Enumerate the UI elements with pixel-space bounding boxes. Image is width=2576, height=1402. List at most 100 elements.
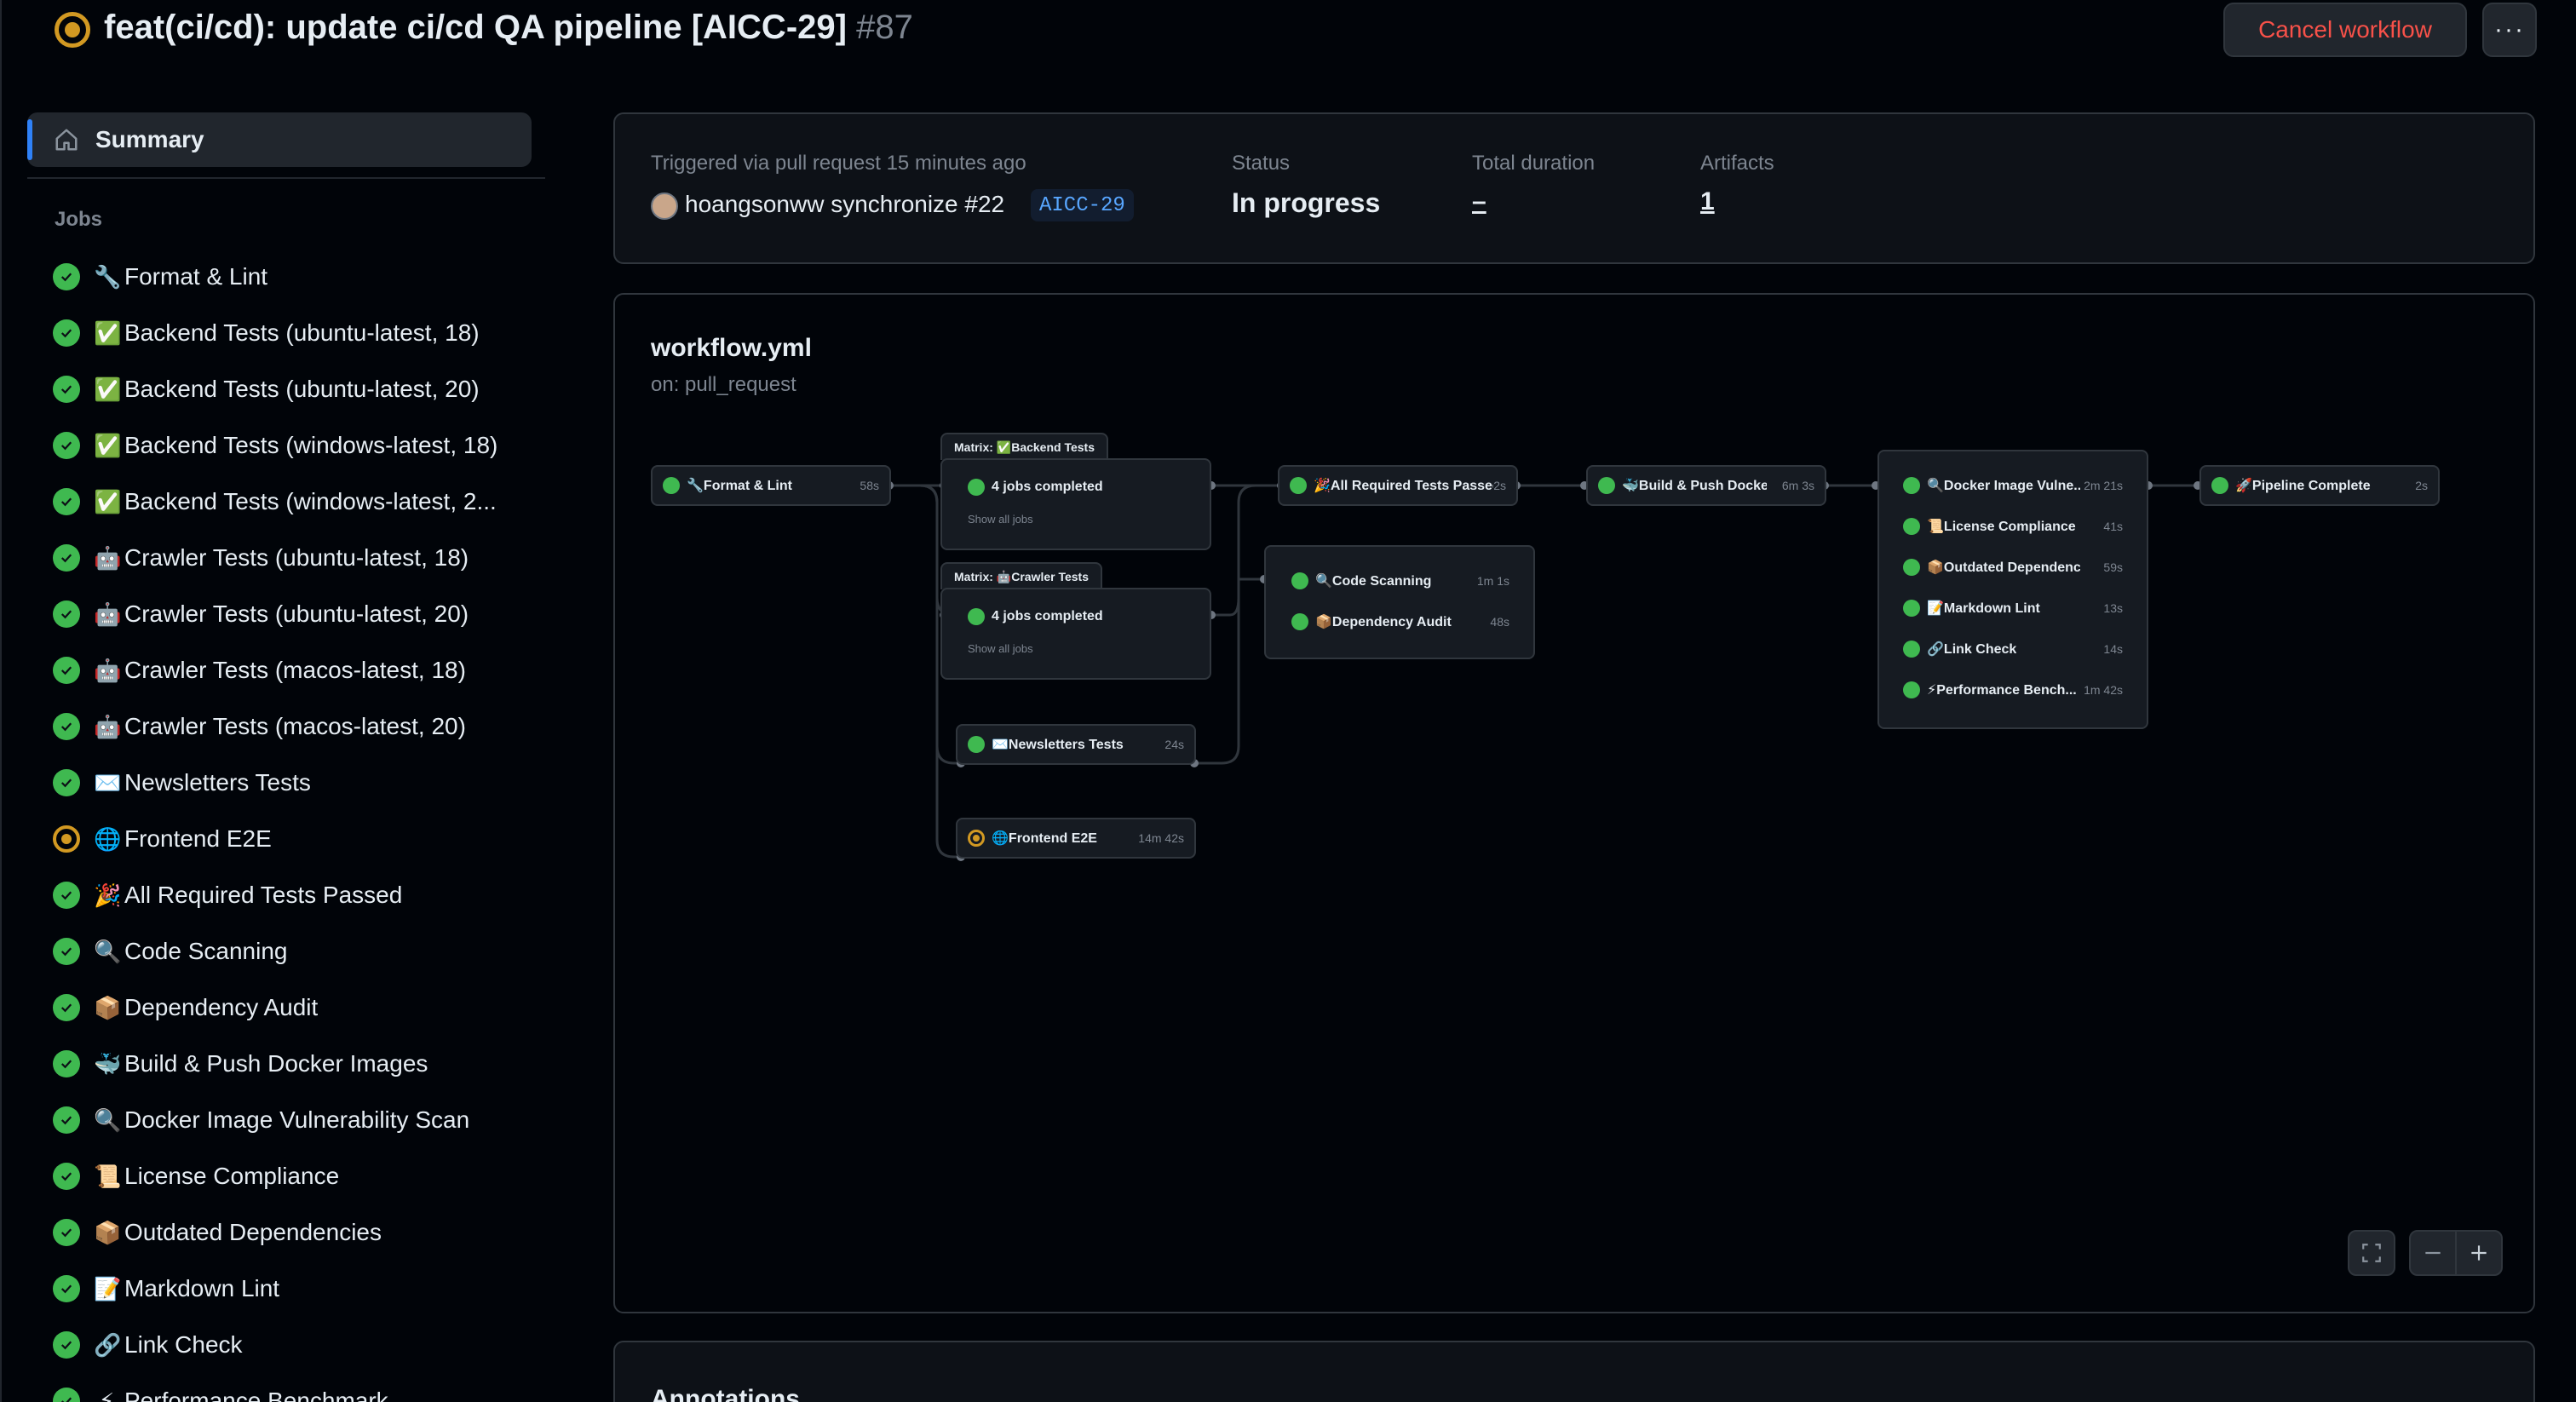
sidebar-job-item[interactable]: 📜 License Compliance [53, 1148, 547, 1204]
success-icon [53, 657, 80, 684]
node-label: ✉️Newsletters Tests [992, 738, 1124, 752]
sidebar-job-item[interactable]: 🔍 Code Scanning [53, 923, 547, 980]
node-label: 📦Dependency Audit [1315, 615, 1452, 629]
graph-node-format-lint[interactable]: 🔧Format & Lint 58s [651, 465, 891, 506]
node-label: 🔍Code Scanning [1315, 574, 1432, 589]
run-number: #87 [856, 9, 913, 46]
job-emoji-icon: 🤖 [94, 657, 122, 683]
sidebar-job-item[interactable]: ✅ Backend Tests (ubuntu-latest, 20) [53, 361, 547, 417]
graph-node-code-scanning[interactable]: 🔍Code Scanning 1m 1s [1266, 560, 1533, 601]
more-options-button[interactable]: ··· [2482, 3, 2537, 57]
graph-group-post-checks: 🔍Docker Image Vulne... 2m 21s 📜License Com… [1877, 450, 2148, 729]
node-label: 📦Outdated Dependencies [1927, 560, 2080, 575]
node-label: 📝Markdown Lint [1927, 601, 2040, 616]
node-label: 🚀Pipeline Complete [2235, 479, 2371, 493]
sidebar-job-item[interactable]: 🌐 Frontend E2E [53, 811, 547, 867]
node-duration: 14s [2103, 642, 2123, 656]
sidebar-job-item[interactable]: 🔗 Link Check [53, 1317, 547, 1373]
matrix-summary: 4 jobs completed [992, 609, 1103, 623]
sidebar-job-item[interactable]: 📦 Dependency Audit [53, 980, 547, 1036]
graph-node-frontend-e2e[interactable]: 🌐Frontend E2E 14m 42s [956, 818, 1196, 859]
job-emoji-icon: 📜 [94, 1163, 122, 1189]
job-emoji-icon: 🔧 [94, 263, 122, 290]
graph-node-post-check[interactable]: 📦Outdated Dependencies 59s [1879, 547, 2147, 588]
node-duration: 1m 1s [1476, 574, 1509, 588]
success-icon [53, 713, 80, 740]
graph-node-newsletters[interactable]: ✉️Newsletters Tests 24s [956, 724, 1196, 765]
branch-badge[interactable]: AICC-29 [1031, 189, 1134, 221]
job-label: Backend Tests (windows-latest, 2... [124, 488, 497, 514]
success-icon [1903, 559, 1920, 576]
plus-icon [2471, 1245, 2487, 1261]
sidebar-job-item[interactable]: 🤖 Crawler Tests (ubuntu-latest, 18) [53, 530, 547, 586]
node-duration: 2s [1493, 479, 1506, 492]
zoom-in-button[interactable] [2455, 1230, 2503, 1276]
job-label: Performance Benchmark [124, 1388, 388, 1402]
sidebar-job-item[interactable]: ✅ Backend Tests (ubuntu-latest, 18) [53, 305, 547, 361]
sidebar-job-item[interactable]: ✅ Backend Tests (windows-latest, 18) [53, 417, 547, 474]
trigger-text[interactable]: hoangsonww synchronize #22 [685, 191, 1004, 218]
node-label: 📜License Compliance [1927, 520, 2076, 534]
job-label: Link Check [124, 1331, 243, 1358]
sidebar-divider [27, 177, 545, 179]
artifacts-count[interactable]: 1 [1700, 187, 1715, 216]
sidebar-job-item[interactable]: 🤖 Crawler Tests (macos-latest, 20) [53, 698, 547, 755]
node-duration: 1m 42s [2084, 683, 2123, 697]
node-label: 🔧Format & Lint [687, 479, 792, 493]
sidebar-job-item[interactable]: 🐳 Build & Push Docker Images [53, 1036, 547, 1092]
sidebar-job-item[interactable]: 📝 Markdown Lint [53, 1261, 547, 1317]
node-label: ⚡Performance Bench... [1927, 683, 2077, 698]
success-icon [53, 432, 80, 459]
success-icon [53, 769, 80, 796]
success-icon [968, 608, 985, 625]
run-title: feat(ci/cd): update ci/cd QA pipeline [A… [104, 9, 913, 47]
sidebar-job-item[interactable]: 🔧 Format & Lint [53, 249, 547, 305]
sidebar-job-item[interactable]: ✅ Backend Tests (windows-latest, 2... [53, 474, 547, 530]
job-emoji-icon: 🤖 [94, 600, 122, 627]
sidebar-job-item[interactable]: 🔍 Docker Image Vulnerability Scan [53, 1092, 547, 1148]
sidebar-job-item[interactable]: 🎉 All Required Tests Passed [53, 867, 547, 923]
sidebar-job-item[interactable]: ⚡ Performance Benchmark [53, 1373, 547, 1402]
success-icon [53, 938, 80, 965]
show-all-jobs-link[interactable]: Show all jobs [968, 642, 1033, 655]
graph-matrix-backend[interactable]: 4 jobs completed Show all jobs [940, 458, 1211, 550]
graph-node-post-check[interactable]: ⚡Performance Bench... 1m 42s [1879, 669, 2147, 710]
graph-matrix-crawler[interactable]: 4 jobs completed Show all jobs [940, 588, 1211, 680]
duration-value[interactable]: – [1472, 187, 1486, 216]
graph-node-all-required[interactable]: 🎉All Required Tests Passed 2s [1278, 465, 1518, 506]
success-icon [53, 488, 80, 515]
job-label: Frontend E2E [124, 825, 272, 852]
annotations-title: Annotations [651, 1385, 800, 1402]
node-label: 🌐Frontend E2E [992, 831, 1097, 846]
graph-node-post-check[interactable]: 📝Markdown Lint 13s [1879, 588, 2147, 629]
sidebar: Summary Jobs 🔧 Format & Lint ✅ Backend Test… [0, 102, 562, 1402]
graph-node-post-check[interactable]: 📜License Compliance 41s [1879, 506, 2147, 547]
matrix-summary-row: 4 jobs completed [942, 467, 1210, 508]
fullscreen-icon [2362, 1244, 2381, 1262]
sidebar-item-summary[interactable]: Summary [27, 112, 532, 167]
sidebar-job-item[interactable]: 🤖 Crawler Tests (macos-latest, 18) [53, 642, 547, 698]
graph-node-dependency-audit[interactable]: 📦Dependency Audit 48s [1266, 601, 1533, 642]
graph-connectors [885, 481, 2202, 861]
sidebar-job-item[interactable]: ✉️ Newsletters Tests [53, 755, 547, 811]
graph-node-pipeline-complete[interactable]: 🚀Pipeline Complete 2s [2199, 465, 2440, 506]
node-duration: 13s [2103, 601, 2123, 615]
show-all-jobs-link[interactable]: Show all jobs [968, 513, 1033, 526]
graph-node-post-check[interactable]: 🔍Docker Image Vulne... 2m 21s [1879, 465, 2147, 506]
success-icon [53, 319, 80, 347]
zoom-out-button[interactable] [2409, 1230, 2457, 1276]
sidebar-job-item[interactable]: 🤖 Crawler Tests (ubuntu-latest, 20) [53, 586, 547, 642]
graph-node-build-push[interactable]: 🐳Build & Push Docker ... 6m 3s [1586, 465, 1826, 506]
fullscreen-button[interactable] [2348, 1230, 2395, 1276]
job-emoji-icon: 🐳 [94, 1050, 122, 1077]
job-label: Crawler Tests (ubuntu-latest, 20) [124, 600, 469, 627]
node-label: 🔍Docker Image Vulne... [1927, 479, 2080, 493]
job-emoji-icon: 📝 [94, 1275, 122, 1301]
job-emoji-icon: ✉️ [94, 769, 122, 796]
avatar[interactable] [651, 192, 678, 220]
cancel-workflow-button[interactable]: Cancel workflow [2223, 3, 2467, 57]
graph-node-post-check[interactable]: 🔗Link Check 14s [1879, 629, 2147, 669]
job-list: 🔧 Format & Lint ✅ Backend Tests (ubuntu-lat… [53, 249, 547, 1402]
matrix-tab-crawler: Matrix: 🤖Crawler Tests [940, 562, 1102, 589]
sidebar-job-item[interactable]: 📦 Outdated Dependencies [53, 1204, 547, 1261]
